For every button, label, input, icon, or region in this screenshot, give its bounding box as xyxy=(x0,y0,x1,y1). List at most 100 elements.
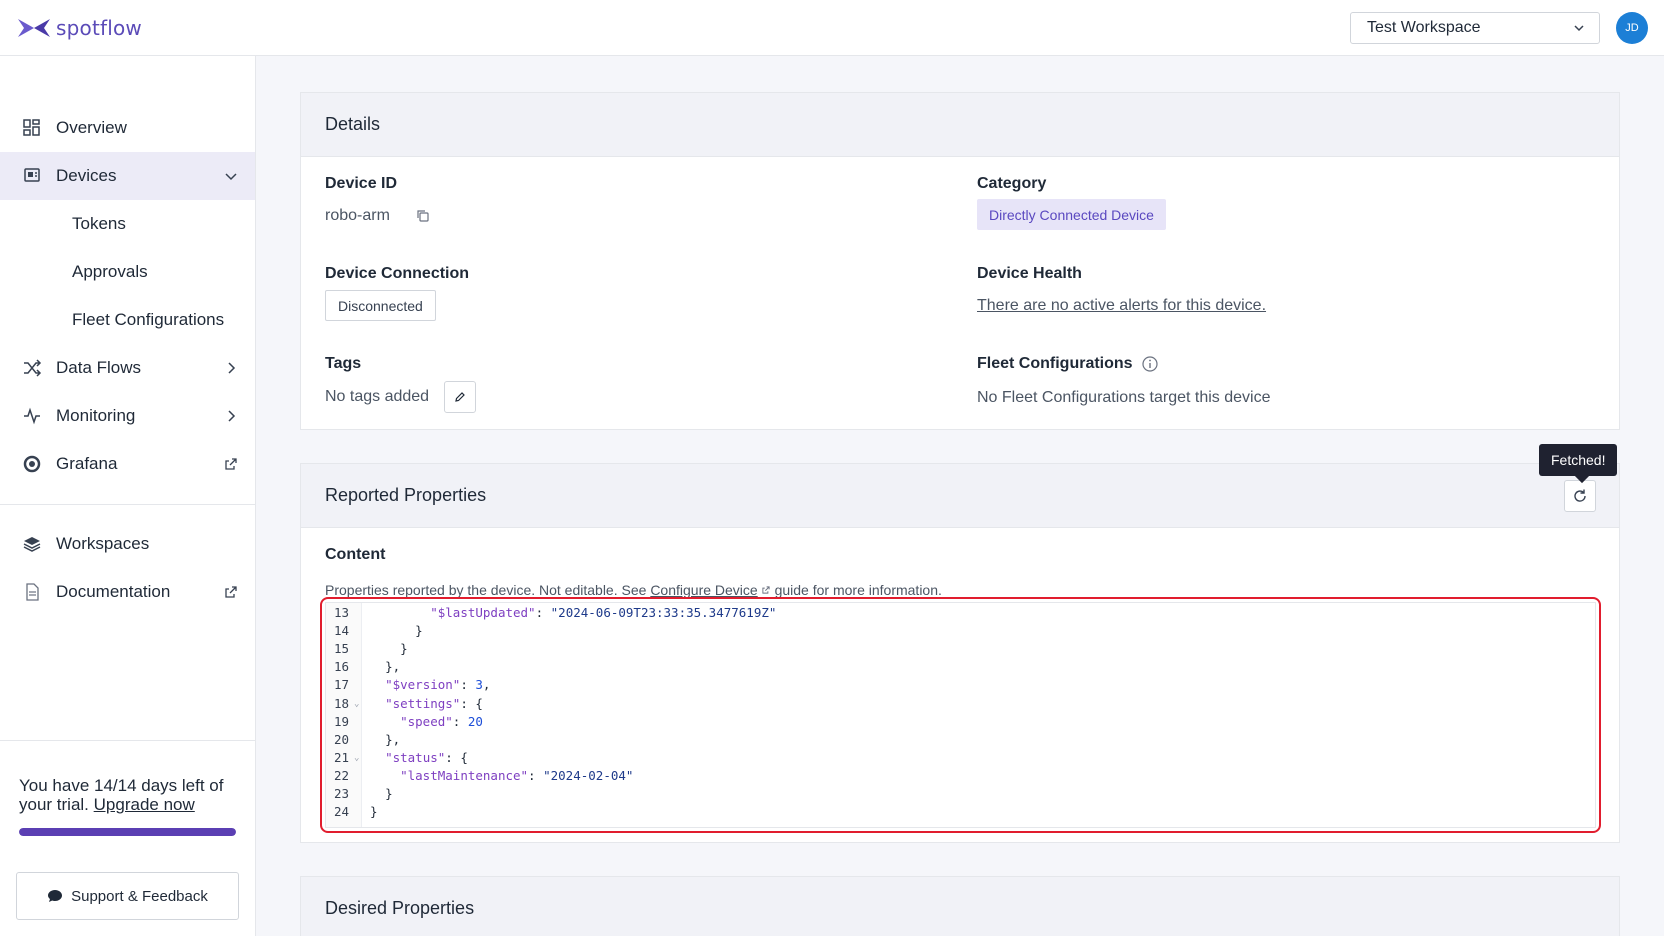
configure-device-link[interactable]: Configure Device xyxy=(650,582,757,598)
line-number: 17 xyxy=(334,677,350,693)
sidebar-item-label: Fleet Configurations xyxy=(72,310,225,329)
code-line: 15 } xyxy=(326,640,1595,658)
layers-icon xyxy=(23,537,41,552)
upgrade-link[interactable]: Upgrade now xyxy=(94,795,195,814)
connection-status-badge: Disconnected xyxy=(325,290,436,321)
workspace-select[interactable]: Test Workspace xyxy=(1350,12,1600,44)
json-code-editor[interactable]: 13 "$lastUpdated": "2024-06-09T23:33:35.… xyxy=(325,602,1596,828)
category-label: Category xyxy=(977,175,1047,192)
desired-properties-card: Desired Properties xyxy=(300,876,1620,936)
code-text: "$lastUpdated": "2024-06-09T23:33:35.347… xyxy=(430,605,777,620)
line-number: 20 xyxy=(334,731,350,747)
sidebar-item-monitoring[interactable]: Monitoring xyxy=(0,392,255,440)
code-line: 23 } xyxy=(326,785,1595,803)
activity-icon xyxy=(24,407,40,425)
code-text: }, xyxy=(385,659,401,675)
sidebar-item-label: Approvals xyxy=(72,262,148,281)
line-number: 23 xyxy=(334,786,350,801)
external-link-icon xyxy=(225,458,237,470)
trial-notice: You have 14/14 days left of your trial. … xyxy=(19,776,239,814)
grafana-icon xyxy=(23,455,41,473)
fetched-tooltip: Fetched! xyxy=(1539,444,1618,476)
code-line: 19 "speed": 20 xyxy=(326,713,1595,731)
chat-icon xyxy=(48,890,63,902)
sidebar-item-label: Grafana xyxy=(56,454,118,473)
pencil-icon xyxy=(455,392,465,402)
sidebar-item-grafana[interactable]: Grafana xyxy=(0,440,255,488)
support-label: Support & Feedback xyxy=(71,887,208,905)
user-avatar[interactable]: JD xyxy=(1616,12,1648,44)
code-line: 21 ⌄ "status": { xyxy=(326,749,1595,767)
sidebar-item-label: Overview xyxy=(56,118,127,137)
reported-properties-title: Reported Properties xyxy=(325,485,487,505)
sidebar-item-fleet-configurations[interactable]: Fleet Configurations xyxy=(0,296,255,344)
trial-progress-bar xyxy=(19,828,236,836)
code-line: 24} xyxy=(326,803,1595,821)
external-link-icon xyxy=(225,586,237,598)
details-header: Details xyxy=(301,93,1619,157)
device-connection-label: Device Connection xyxy=(325,265,470,282)
sidebar-item-label: Workspaces xyxy=(56,534,150,553)
chevron-down-icon xyxy=(225,173,237,181)
sidebar-item-label: Documentation xyxy=(56,582,171,601)
spotflow-logo[interactable]: spotflow xyxy=(16,16,142,40)
chevron-right-icon xyxy=(228,410,236,422)
tags-label: Tags xyxy=(325,355,362,372)
line-number: 16 xyxy=(334,659,350,675)
category-badge: Directly Connected Device xyxy=(977,199,1166,230)
content-desc-suffix: guide for more information. xyxy=(770,582,942,598)
sidebar-item-documentation[interactable]: Documentation xyxy=(0,568,255,616)
content-description: Properties reported by the device. Not e… xyxy=(325,582,942,598)
refresh-icon xyxy=(1574,489,1586,502)
code-text: "settings": { xyxy=(385,695,483,711)
sidebar-item-workspaces[interactable]: Workspaces xyxy=(0,520,255,568)
reported-properties-header: Reported Properties xyxy=(301,464,1619,528)
devices-icon xyxy=(24,168,40,182)
info-icon[interactable] xyxy=(1141,355,1159,373)
line-number: 24 xyxy=(334,804,350,820)
sidebar-item-overview[interactable]: Overview xyxy=(0,104,255,152)
copy-icon[interactable] xyxy=(416,209,430,223)
desired-properties-title: Desired Properties xyxy=(325,898,475,918)
fold-chevron-icon[interactable]: ⌄ xyxy=(354,695,359,713)
chevron-right-icon xyxy=(228,362,236,374)
sidebar-item-tokens[interactable]: Tokens xyxy=(0,200,255,248)
device-health-label: Device Health xyxy=(977,265,1082,282)
sidebar-divider xyxy=(0,504,255,505)
sidebar-item-label: Monitoring xyxy=(56,406,136,425)
refresh-button[interactable] xyxy=(1564,480,1596,512)
reported-properties-card: Reported Properties Content Properties r… xyxy=(300,463,1620,843)
dashboard-icon xyxy=(23,119,40,136)
code-line: 16 }, xyxy=(326,658,1595,676)
line-number: 18 xyxy=(334,695,350,711)
code-text: "speed": 20 xyxy=(400,713,483,729)
edit-tags-button[interactable] xyxy=(444,381,476,413)
sidebar-item-data-flows[interactable]: Data Flows xyxy=(0,344,255,392)
sidebar-item-label: Devices xyxy=(56,166,117,185)
details-title: Details xyxy=(325,114,381,134)
external-link-icon xyxy=(762,586,770,594)
fold-chevron-icon[interactable]: ⌄ xyxy=(354,749,359,767)
sidebar-item-approvals[interactable]: Approvals xyxy=(0,248,255,296)
line-number: 15 xyxy=(334,641,350,657)
code-text: "lastMaintenance": "2024-02-04" xyxy=(400,767,634,783)
code-text: "$version": 3, xyxy=(385,677,491,693)
content-desc-prefix: Properties reported by the device. Not e… xyxy=(325,582,651,598)
device-id-label: Device ID xyxy=(325,175,398,192)
code-line: 17 "$version": 3, xyxy=(326,676,1595,694)
code-text: "status": { xyxy=(385,749,468,765)
fleet-configurations-value: No Fleet Configurations target this devi… xyxy=(977,389,1271,406)
spotflow-logo-icon xyxy=(18,19,50,37)
line-number: 19 xyxy=(334,713,350,729)
device-health-link[interactable]: There are no active alerts for this devi… xyxy=(977,297,1266,315)
trial-progress-fill xyxy=(19,828,236,836)
code-text: } xyxy=(415,623,423,639)
sidebar-item-label: Tokens xyxy=(72,214,126,233)
code-line: 14 } xyxy=(326,622,1595,640)
sidebar-item-devices[interactable]: Devices xyxy=(0,152,255,200)
line-number: 22 xyxy=(334,767,350,783)
support-feedback-button[interactable]: Support & Feedback xyxy=(16,872,239,920)
workspace-select-value: Test Workspace xyxy=(1367,19,1481,36)
code-text: } xyxy=(400,641,408,657)
document-icon xyxy=(26,583,39,601)
